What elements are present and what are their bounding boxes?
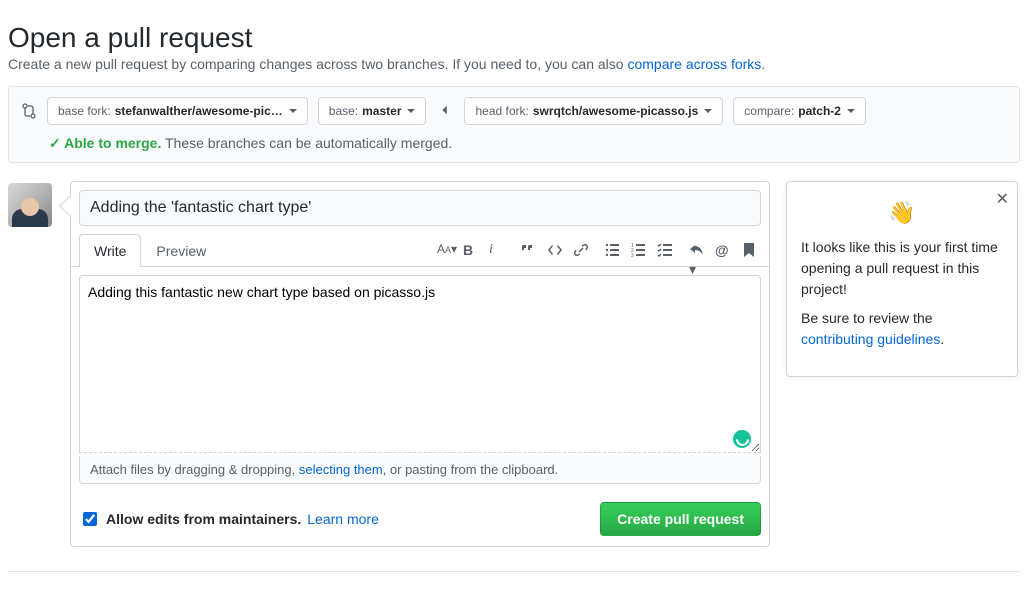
create-pull-request-button[interactable]: Create pull request	[600, 502, 761, 536]
quote-icon[interactable]	[521, 242, 537, 258]
grammarly-icon[interactable]	[733, 430, 751, 448]
text-size-icon[interactable]: AA▾	[437, 242, 453, 258]
comment-box: Write Preview AA▾ B i	[70, 181, 770, 547]
ordered-list-icon[interactable]: 123	[631, 242, 647, 258]
reply-icon[interactable]: ▾	[689, 242, 705, 258]
chevron-down-icon	[847, 109, 855, 113]
pr-title-input[interactable]	[79, 190, 761, 226]
wave-icon: 👋	[801, 196, 1003, 229]
subtitle-tail: .	[761, 56, 765, 72]
pr-body-textarea[interactable]	[79, 275, 761, 453]
compare-across-forks-link[interactable]: compare across forks	[627, 56, 761, 72]
base-label: base:	[329, 102, 358, 120]
base-fork-select[interactable]: base fork: stefanwalther/awesome-pic…	[47, 97, 308, 125]
contributing-guidelines-link[interactable]: contributing guidelines	[801, 331, 940, 347]
tab-write[interactable]: Write	[79, 234, 141, 267]
compare-label: compare:	[744, 102, 794, 120]
tip-p2-post: .	[940, 331, 944, 347]
bookmark-icon[interactable]	[741, 242, 757, 258]
base-fork-label: base fork:	[58, 102, 111, 120]
merge-status: ✓ Able to merge. These branches can be a…	[21, 135, 1007, 152]
chevron-down-icon	[289, 109, 297, 113]
head-fork-label: head fork:	[475, 102, 528, 120]
head-fork-select[interactable]: head fork: swrqtch/awesome-picasso.js	[464, 97, 723, 125]
base-value: master	[362, 102, 401, 120]
base-branch-select[interactable]: base: master	[318, 97, 427, 125]
attach-hint: Attach files by dragging & dropping, sel…	[79, 456, 761, 484]
compare-value: patch-2	[798, 102, 841, 120]
merge-status-message: These branches can be automatically merg…	[165, 135, 452, 151]
base-fork-value: stefanwalther/awesome-pic…	[115, 102, 283, 120]
selecting-them-link[interactable]: selecting them	[299, 462, 383, 477]
close-icon[interactable]: ✕	[996, 188, 1009, 212]
tip-paragraph-1: It looks like this is your first time op…	[801, 237, 1003, 300]
unordered-list-icon[interactable]	[605, 242, 621, 258]
link-icon[interactable]	[573, 242, 589, 258]
attach-hint-pre: Attach files by dragging & dropping,	[90, 462, 299, 477]
learn-more-link[interactable]: Learn more	[307, 511, 379, 527]
mention-icon[interactable]: @	[715, 242, 731, 258]
check-icon: ✓	[49, 135, 61, 151]
tip-p2-pre: Be sure to review the	[801, 310, 933, 326]
allow-edits-checkbox[interactable]	[83, 512, 97, 526]
page-subtitle: Create a new pull request by comparing c…	[8, 56, 1020, 72]
arrow-left-icon	[436, 103, 454, 120]
avatar	[8, 183, 52, 227]
page-title: Open a pull request	[8, 22, 1020, 54]
markdown-toolbar: AA▾ B i	[437, 242, 761, 258]
divider	[8, 571, 1020, 572]
head-fork-value: swrqtch/awesome-picasso.js	[533, 102, 698, 120]
italic-icon[interactable]: i	[489, 242, 505, 258]
tab-preview[interactable]: Preview	[141, 234, 221, 267]
bold-icon[interactable]: B	[463, 242, 479, 258]
task-list-icon[interactable]	[657, 242, 673, 258]
tabnav: Write Preview AA▾ B i	[71, 234, 769, 267]
merge-status-label: Able to merge.	[64, 135, 161, 151]
range-editor: base fork: stefanwalther/awesome-pic… ba…	[8, 86, 1020, 163]
tip-paragraph-2: Be sure to review the contributing guide…	[801, 308, 1003, 350]
git-compare-icon	[21, 103, 37, 119]
attach-hint-post: , or pasting from the clipboard.	[383, 462, 559, 477]
allow-edits-label: Allow edits from maintainers.	[106, 511, 301, 527]
first-time-tip: ✕ 👋 It looks like this is your first tim…	[786, 181, 1018, 377]
code-icon[interactable]	[547, 242, 563, 258]
chevron-down-icon	[407, 109, 415, 113]
svg-text:3: 3	[631, 253, 634, 258]
allow-edits-row[interactable]: Allow edits from maintainers. Learn more	[79, 509, 379, 529]
compare-branch-select[interactable]: compare: patch-2	[733, 97, 866, 125]
subtitle-text: Create a new pull request by comparing c…	[8, 56, 627, 72]
chevron-down-icon	[704, 109, 712, 113]
